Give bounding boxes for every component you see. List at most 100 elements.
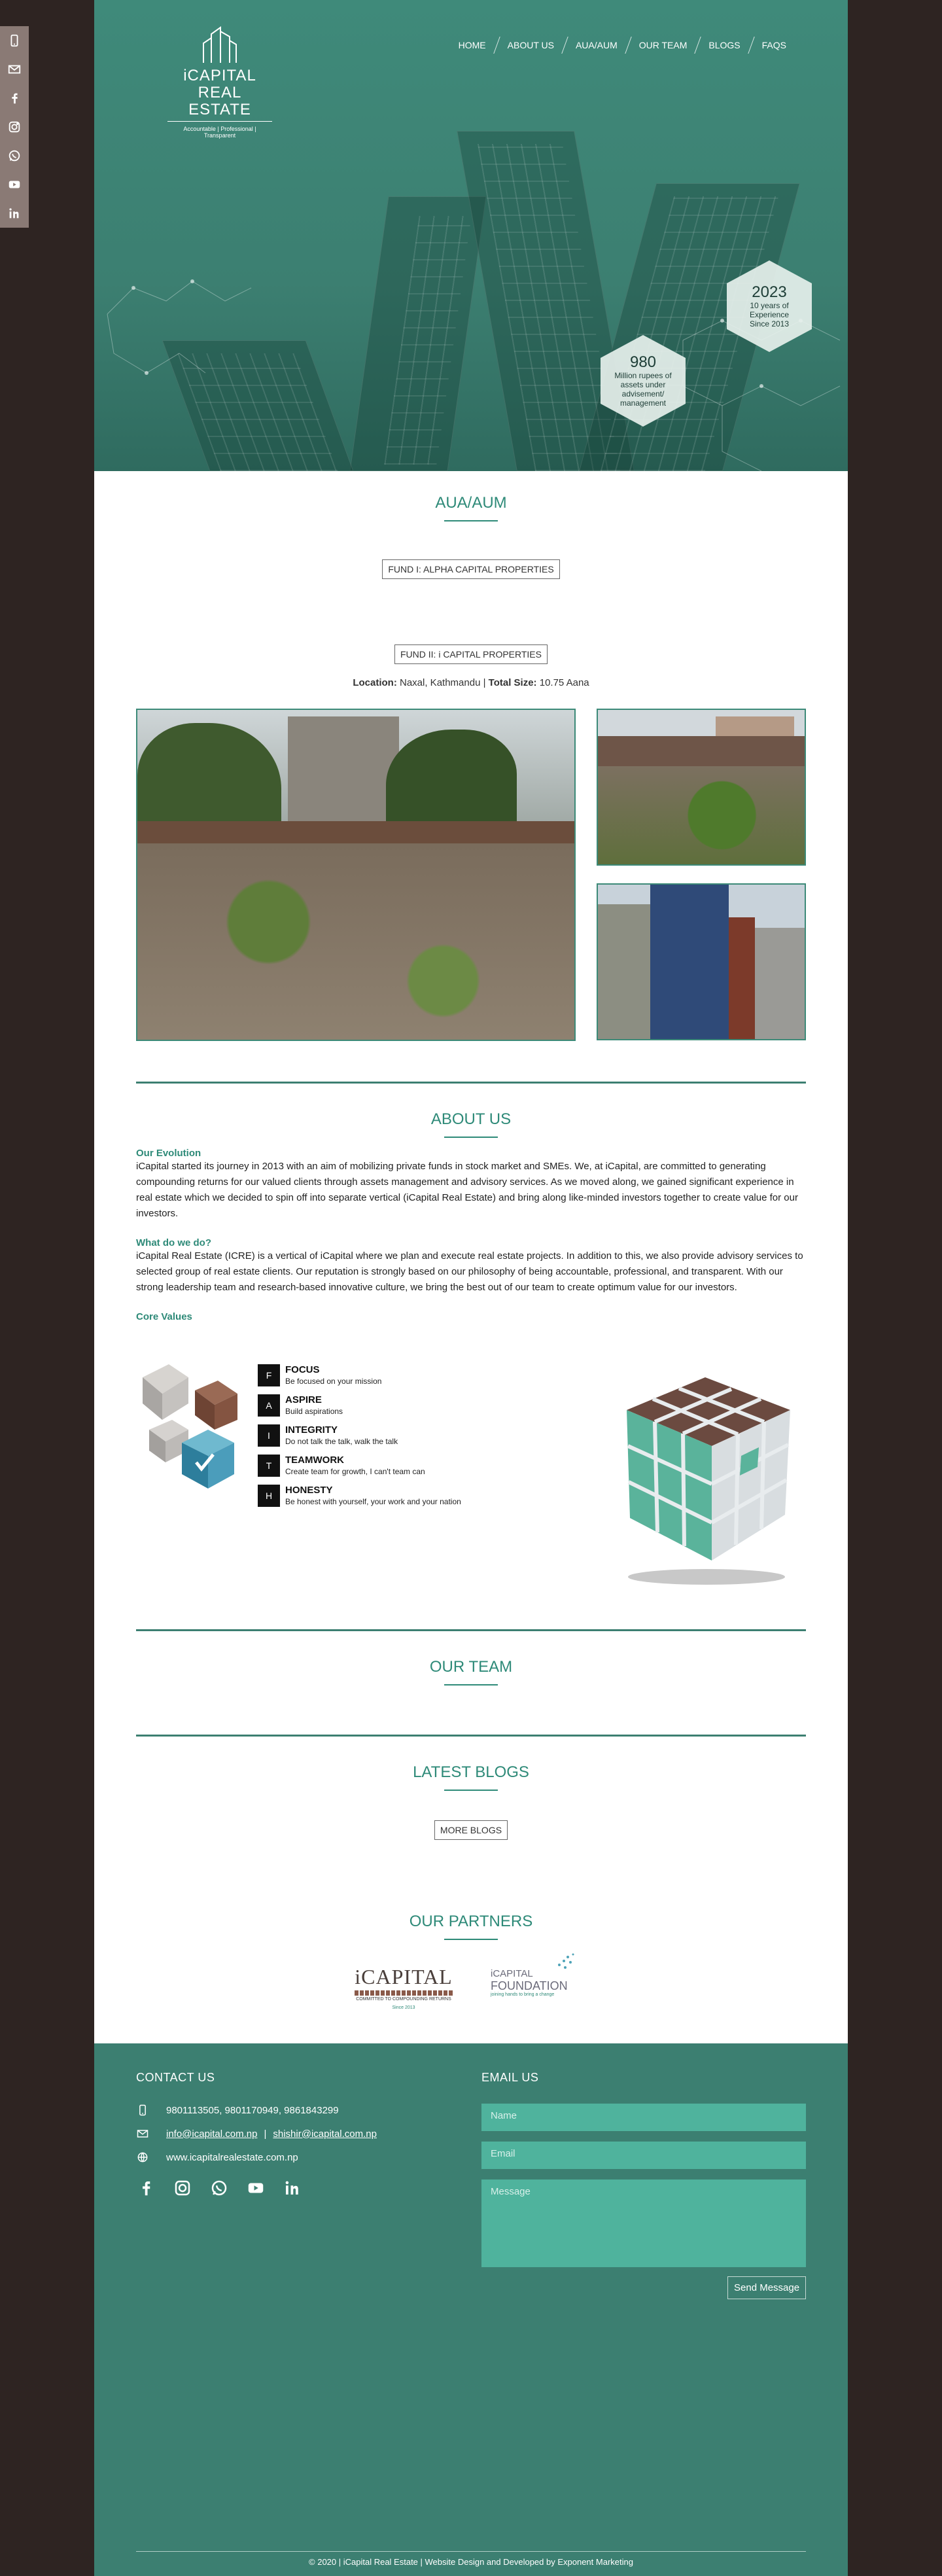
partner2-sub: joining hands to bring a change [491, 1992, 555, 1997]
send-message-button[interactable]: Send Message [727, 2276, 807, 2299]
value-letter: F [258, 1364, 280, 1386]
nav-our-team[interactable]: OUR TEAM [629, 40, 698, 50]
phone-icon[interactable] [0, 26, 29, 55]
title-underline [444, 1137, 498, 1138]
title-underline [444, 520, 498, 521]
site-logo[interactable]: iCAPITAL REAL ESTATE Accountable | Profe… [167, 25, 272, 139]
partner1-name: iCAPITAL [355, 1965, 453, 1988]
about-title: ABOUT US [430, 1110, 512, 1128]
email-field[interactable]: Email [481, 2142, 806, 2169]
nav-aua-aum[interactable]: AUA/AUM [565, 40, 628, 50]
message-field[interactable]: Message [481, 2179, 806, 2267]
contact-title: CONTACT US [136, 2071, 215, 2084]
detail-separator: | [483, 677, 486, 688]
linkedin-icon[interactable] [283, 2178, 302, 2198]
fund2-row: FUND II: i CAPITAL PROPERTIES [94, 644, 848, 664]
evolution-text: iCapital started its journey in 2013 wit… [136, 1161, 798, 1219]
property-photo-main[interactable] [136, 709, 576, 1041]
aua-section: AUA/AUM [94, 494, 848, 521]
value-desc: Build aspirations [285, 1407, 343, 1416]
contact-phones: 9801113505, 9801170949, 9861843299 [166, 2104, 339, 2116]
globe-icon [137, 2152, 148, 2162]
partner1-since: Since 2013 [392, 2005, 415, 2010]
whatdo-text: iCapital Real Estate (ICRE) is a vertica… [136, 1250, 803, 1293]
location-value: Naxal, Kathmandu [400, 677, 481, 688]
about-title-block: ABOUT US [94, 1110, 848, 1138]
whatdo-heading: What do we do? [136, 1237, 211, 1248]
fund1-button[interactable]: FUND I: ALPHA CAPITAL PROPERTIES [382, 559, 560, 579]
logo-tagline: Accountable | Professional | Transparent [183, 126, 256, 139]
whatsapp-icon[interactable] [209, 2178, 229, 2198]
rubiks-cube-illustration [627, 1377, 790, 1585]
building-logo-icon [203, 26, 237, 63]
core-values-heading: Core Values [136, 1311, 192, 1322]
more-blogs-button[interactable]: MORE BLOGS [434, 1820, 508, 1840]
youtube-icon[interactable] [0, 170, 29, 199]
logo-line2: REAL ESTATE [167, 84, 272, 122]
mail-icon[interactable] [0, 55, 29, 84]
contact-website[interactable]: www.icapitalrealestate.com.np [166, 2152, 298, 2163]
nav-home[interactable]: HOME [448, 40, 497, 50]
partner1-sub: COMMITTED TO COMPOUNDING RETURNS [356, 1997, 451, 2002]
value-honesty: H HONESTY Be honest with yourself, your … [258, 1485, 461, 1507]
location-label: Location: [353, 677, 397, 688]
partners-section: OUR PARTNERS [94, 1913, 848, 1940]
footer-social-icons [136, 2178, 302, 2198]
nav-about-us[interactable]: ABOUT US [497, 40, 565, 50]
title-underline [444, 1684, 498, 1685]
size-label: Total Size: [488, 677, 537, 688]
value-focus: F FOCUS Be focused on your mission [258, 1364, 381, 1386]
hero-banner: iCAPITAL REAL ESTATE Accountable | Profe… [94, 0, 848, 471]
value-letter: T [258, 1455, 280, 1477]
partner-foundation-logo[interactable]: iCAPITAL FOUNDATION joining hands to bri… [491, 1952, 589, 1997]
logo-line1: iCAPITAL [183, 67, 256, 84]
section-divider [136, 1082, 806, 1084]
evolution-heading: Our Evolution [136, 1148, 201, 1159]
more-blogs-row: MORE BLOGS [94, 1820, 848, 1840]
contact-email-shishir[interactable]: shishir@icapital.com.np [273, 2128, 377, 2140]
value-desc: Create team for growth, I can't team can [285, 1467, 425, 1476]
mail-icon [137, 2130, 148, 2138]
about-content: Our Evolution iCapital started its journ… [136, 1148, 806, 1322]
copyright-text: © 2020 | iCapital Real Estate | Website … [309, 2557, 633, 2567]
name-field[interactable]: Name [481, 2104, 806, 2131]
youtube-icon[interactable] [246, 2178, 266, 2198]
nav-faqs[interactable]: FAQS [752, 40, 797, 50]
dots-logo-icon [558, 1953, 574, 1969]
value-teamwork: T TEAMWORK Create team for growth, I can… [258, 1455, 425, 1477]
team-section: OUR TEAM [94, 1658, 848, 1685]
value-aspire: A ASPIRE Build aspirations [258, 1394, 343, 1417]
value-title: HONESTY [285, 1485, 333, 1496]
facebook-icon[interactable] [0, 84, 29, 113]
stat-year: 2023 [752, 283, 787, 301]
aua-title: AUA/AUM [435, 494, 507, 512]
contact-email-row: info@icapital.com.np | shishir@icapital.… [136, 2127, 377, 2140]
value-letter: A [258, 1394, 280, 1417]
page: iCAPITAL REAL ESTATE Accountable | Profe… [94, 0, 848, 2576]
email-us-title: EMAIL US [481, 2071, 539, 2084]
value-integrity: I INTEGRITY Do not talk the talk, walk t… [258, 1424, 398, 1447]
facebook-icon[interactable] [136, 2178, 156, 2198]
partner-icapital-logo[interactable]: iCAPITAL COMMITTED TO COMPOUNDING RETURN… [355, 1965, 453, 2010]
instagram-icon[interactable] [173, 2178, 192, 2198]
property-photo-2[interactable] [597, 709, 806, 866]
section-divider [136, 1629, 806, 1631]
stat-assets-desc: Million rupees of assets under advisemen… [614, 371, 672, 408]
partners-title: OUR PARTNERS [409, 1913, 533, 1930]
core-values: F FOCUS Be focused on your mission A ASP… [136, 1364, 806, 1613]
fund2-button[interactable]: FUND II: i CAPITAL PROPERTIES [394, 644, 548, 664]
linkedin-icon[interactable] [0, 199, 29, 228]
title-underline [444, 1790, 498, 1791]
instagram-icon[interactable] [0, 113, 29, 141]
nav-blogs[interactable]: BLOGS [698, 40, 750, 50]
whatsapp-icon[interactable] [0, 141, 29, 170]
title-underline [444, 1939, 498, 1940]
property-photo-3[interactable] [597, 883, 806, 1040]
value-title: FOCUS [285, 1364, 320, 1375]
value-title: INTEGRITY [285, 1424, 338, 1436]
value-title: TEAMWORK [285, 1455, 344, 1466]
size-value: 10.75 Aana [539, 677, 589, 688]
contact-email-info[interactable]: info@icapital.com.np [166, 2128, 257, 2140]
partner2-line2: FOUNDATION [491, 1979, 568, 1992]
social-rail [0, 26, 29, 228]
